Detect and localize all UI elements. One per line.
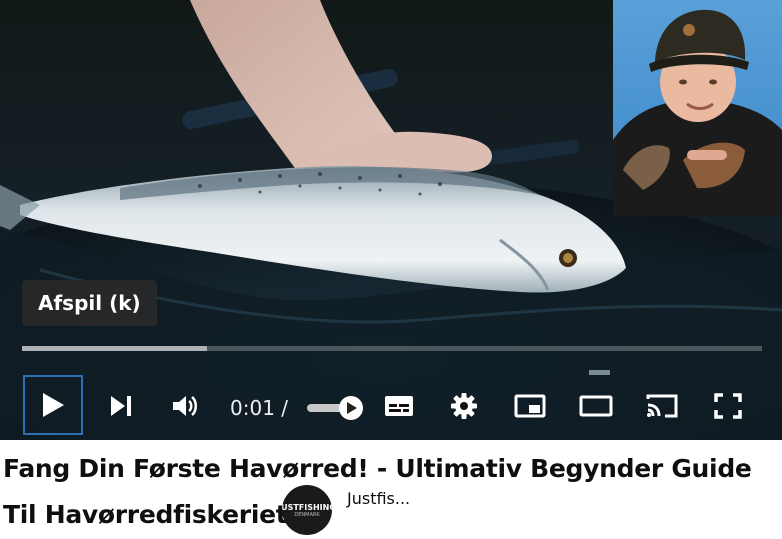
theater-icon (579, 395, 613, 417)
channel-avatar[interactable]: JUSTFISHING DENMARK (282, 485, 332, 535)
gear-icon (451, 393, 477, 419)
fullscreen-icon (714, 393, 742, 419)
theater-button[interactable] (574, 372, 618, 440)
time-separator: / (274, 396, 289, 420)
play-tooltip: Afspil (k) (22, 280, 157, 326)
time-current: 0:01 (230, 396, 275, 420)
settings-button[interactable] (443, 372, 485, 440)
video-player[interactable]: Afspil (k) 0:01 / (0, 0, 782, 440)
player-controls: 0:01 / (0, 372, 782, 440)
next-icon (111, 396, 131, 416)
time-display: 0:01 / (230, 372, 288, 440)
miniplayer-icon (514, 394, 546, 418)
play-button[interactable] (23, 375, 83, 435)
presenter-inset-image (613, 0, 782, 216)
mute-button[interactable] (164, 372, 206, 440)
cast-button[interactable] (640, 372, 684, 440)
subtitles-icon (385, 396, 413, 416)
progress-loaded (22, 346, 207, 351)
next-button[interactable] (100, 372, 142, 440)
cast-icon (646, 394, 678, 418)
volume-slider[interactable] (307, 396, 365, 420)
play-icon (43, 393, 64, 417)
progress-bar[interactable] (22, 346, 762, 351)
channel-logo-subtext: DENMARK (294, 511, 320, 518)
volume-icon (173, 396, 197, 416)
channel-name[interactable]: Justfis... (347, 489, 410, 508)
miniplayer-button[interactable] (508, 372, 552, 440)
fullscreen-button[interactable] (706, 372, 750, 440)
channel-logo-text: JUSTFISHING (282, 502, 332, 512)
subtitles-button[interactable] (378, 372, 420, 440)
